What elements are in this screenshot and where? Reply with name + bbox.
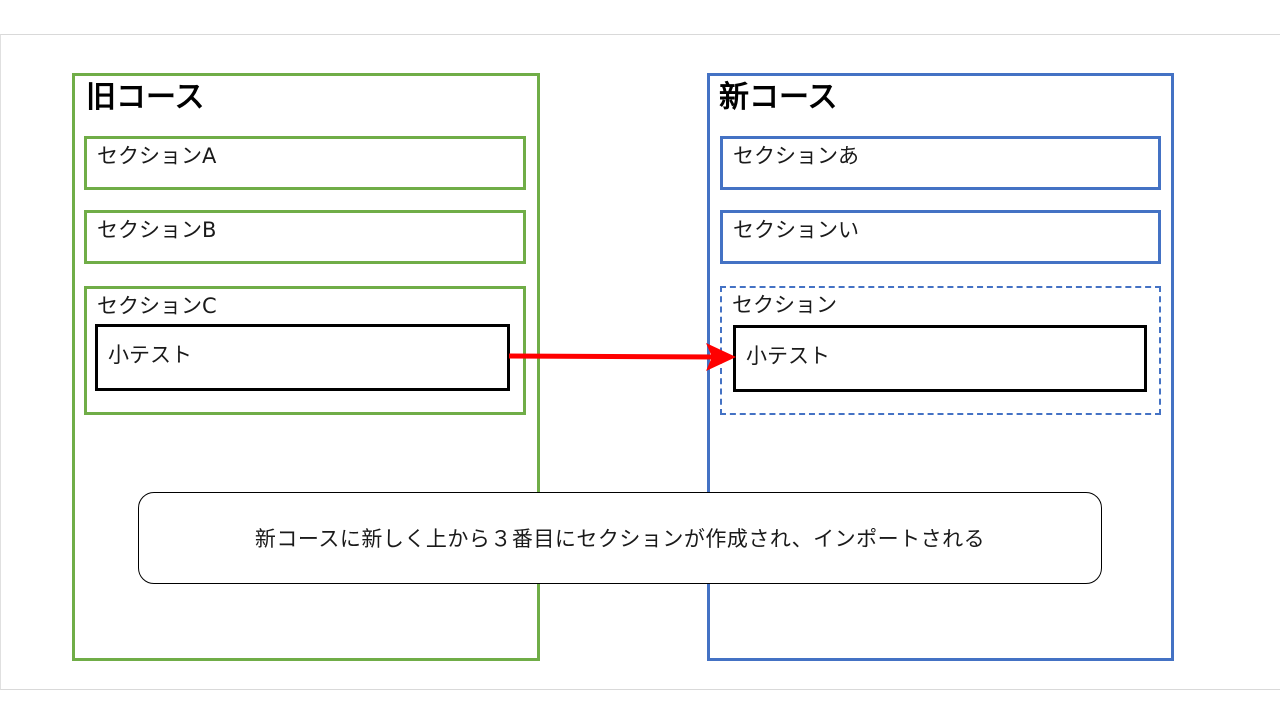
old-section-b: セクションB bbox=[84, 210, 526, 264]
section-label: セクション bbox=[732, 293, 837, 317]
old-section-a: セクションA bbox=[84, 136, 526, 190]
old-course-title: 旧コース bbox=[86, 80, 205, 115]
callout-text: 新コースに新しく上から３番目にセクションが作成され、インポートされる bbox=[254, 527, 986, 551]
section-label: セクションB bbox=[97, 218, 217, 242]
section-label: セクションあ bbox=[733, 144, 859, 168]
quiz-label: 小テスト bbox=[746, 344, 830, 368]
old-quiz-box: 小テスト bbox=[95, 324, 510, 391]
description-callout: 新コースに新しく上から３番目にセクションが作成され、インポートされる bbox=[138, 492, 1102, 584]
section-label: セクションい bbox=[733, 218, 859, 242]
section-label: セクションA bbox=[97, 144, 217, 168]
new-section-i: セクションい bbox=[720, 210, 1161, 264]
new-section-a: セクションあ bbox=[720, 136, 1161, 190]
section-label: セクションC bbox=[97, 294, 217, 318]
new-quiz-box: 小テスト bbox=[733, 325, 1147, 392]
new-course-title: 新コース bbox=[719, 80, 838, 115]
quiz-label: 小テスト bbox=[108, 343, 192, 367]
